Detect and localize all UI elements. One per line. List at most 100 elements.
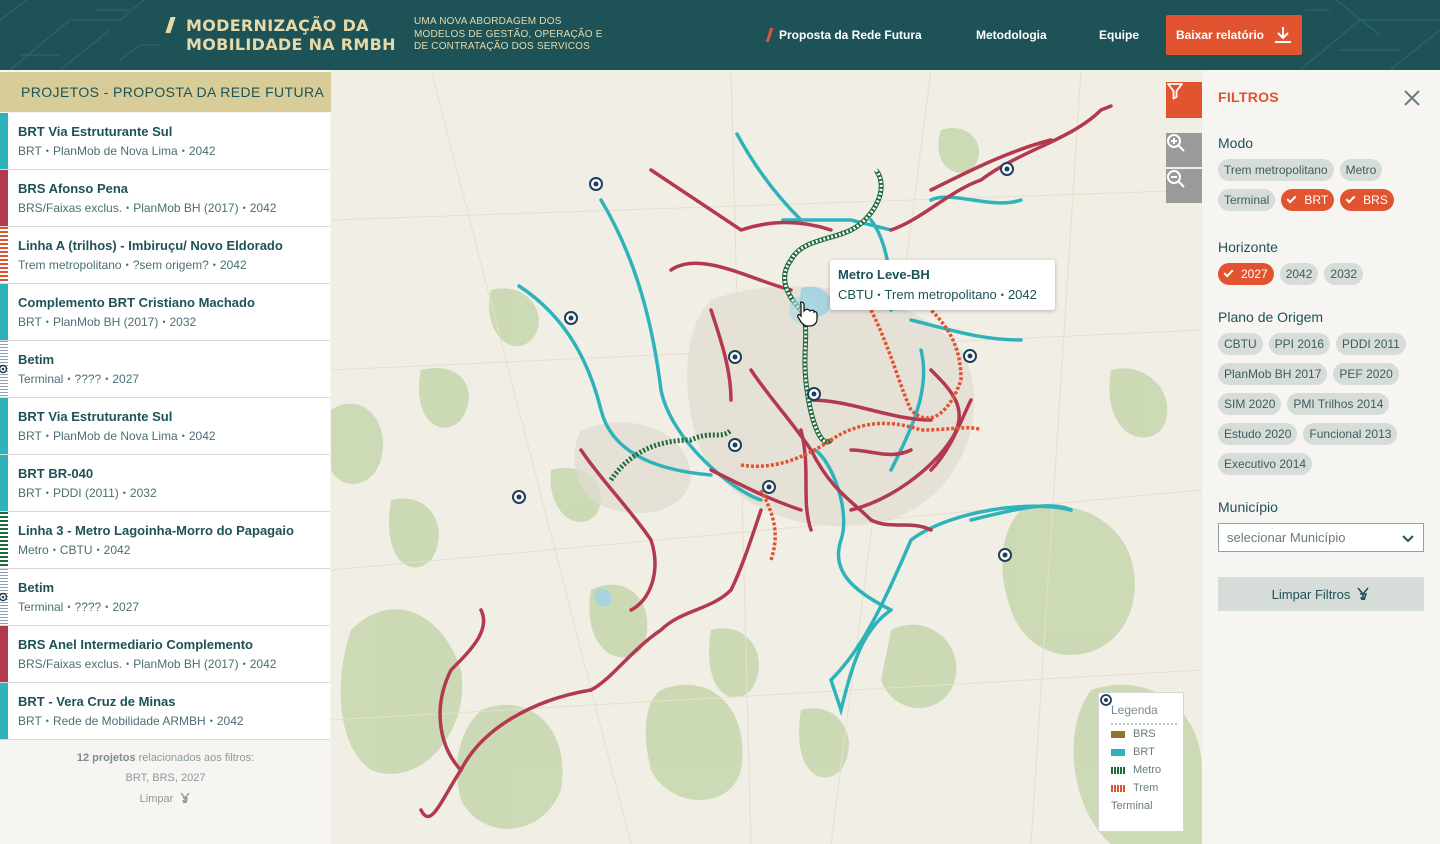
project-mode: BRT: [18, 486, 42, 500]
project-list-item[interactable]: BRT Via Estruturante Sul BRT • PlanMob de N…: [0, 398, 330, 455]
project-origin: PlanMob BH (2017): [52, 315, 159, 329]
chip-label: BRS: [1363, 193, 1388, 207]
legend-swatch-brt: [1111, 748, 1125, 756]
terminal-marker: [963, 349, 977, 363]
municipio-select[interactable]: selecionar Município: [1218, 523, 1424, 552]
project-year: 2027: [112, 372, 140, 386]
legend-item-trem: Trem: [1111, 779, 1183, 797]
chip-label: PPI 2016: [1274, 337, 1325, 351]
project-mode: Terminal: [18, 600, 64, 614]
clear-filters-button[interactable]: Limpar Filtros: [1218, 577, 1424, 611]
project-mode: Metro: [18, 543, 49, 557]
filters-title: FILTROS: [1218, 89, 1279, 105]
project-mode: BRT: [18, 429, 42, 443]
project-list-item[interactable]: Complemento BRT Cristiano Machado BRT • Pla…: [0, 284, 330, 341]
legend-swatch-brs: [1111, 730, 1125, 738]
chip-origem-pef-2020[interactable]: PEF 2020: [1333, 363, 1399, 385]
chip-modo-trem-metropolitano[interactable]: Trem metropolitano: [1218, 159, 1334, 181]
project-list-item[interactable]: Linha 3 - Metro Lagoinha-Morro do Papaga…: [0, 512, 330, 569]
chip-origem-pmi-trilhos-2014[interactable]: PMI Trilhos 2014: [1287, 393, 1390, 415]
project-list-item[interactable]: Betim Terminal •???? • 2027: [0, 341, 330, 398]
zoom-in-button[interactable]: [1166, 133, 1202, 167]
clear-filters-link[interactable]: Limpar: [0, 792, 331, 805]
project-year: 2027: [112, 600, 140, 614]
project-title: BRT Via Estruturante Sul: [18, 124, 173, 139]
project-list[interactable]: BRT Via Estruturante Sul BRT • PlanMob de N…: [0, 113, 330, 740]
horizonte-label: Horizonte: [1218, 239, 1278, 255]
project-list-item[interactable]: BRT Via Estruturante Sul BRT • PlanMob de N…: [0, 113, 330, 170]
close-icon[interactable]: [1402, 88, 1422, 108]
result-count: 12 projetos: [76, 752, 136, 764]
chip-label: 2032: [1330, 267, 1358, 281]
project-year: 2042: [249, 201, 277, 215]
projects-panel: PROJETOS - PROPOSTA DA REDE FUTURA BRT V…: [0, 70, 331, 844]
legend-label-brt: BRT: [1133, 746, 1155, 758]
map-canvas[interactable]: Metro Leve-BH CBTU • Trem metropolitano • 20…: [331, 70, 1202, 844]
project-meta: BRT • PlanMob de Nova Lima • 2042: [18, 144, 216, 158]
project-mode: BRT: [18, 714, 42, 728]
filter-toggle-button[interactable]: [1166, 82, 1202, 118]
chip-label: CBTU: [1224, 337, 1257, 351]
chip-modo-brs[interactable]: BRS: [1340, 189, 1394, 211]
chip-origem-sim-2020[interactable]: SIM 2020: [1218, 393, 1282, 415]
terminal-marker: [762, 480, 776, 494]
terminal-marker: [564, 311, 578, 325]
chip-origem-pddi-2011[interactable]: PDDI 2011: [1336, 333, 1406, 355]
project-list-item[interactable]: BRT BR-040 BRT • PDDI (2011) • 2032: [0, 455, 330, 512]
chip-origem-executivo-2014[interactable]: Executivo 2014: [1218, 453, 1313, 475]
chip-label: PMI Trilhos 2014: [1293, 397, 1384, 411]
tooltip-meta: CBTU • Trem metropolitano • 2042: [838, 287, 1037, 302]
project-list-item[interactable]: BRS Anel Intermediario Complemento BRS/Fa…: [0, 626, 330, 683]
project-mode: BRT: [18, 315, 42, 329]
zoom-in-icon: [1167, 134, 1185, 152]
municipio-select-value: selecionar Município: [1227, 530, 1346, 545]
chip-modo-brt[interactable]: BRT: [1281, 189, 1335, 211]
tooltip-mode: Trem metropolitano: [884, 287, 997, 302]
legend-label-metro: Metro: [1133, 764, 1162, 776]
chip-modo-terminal[interactable]: Terminal: [1218, 189, 1276, 211]
nav-proposta[interactable]: Proposta da Rede Futura: [765, 0, 922, 70]
project-origin: PlanMob BH (2017): [133, 201, 239, 215]
project-list-item[interactable]: BRT - Vera Cruz de Minas BRT • Rede de Mobi…: [0, 683, 330, 740]
project-list-item[interactable]: Linha A (trilhos) - Imbiruçu/ Novo Eldor…: [0, 227, 330, 284]
map-layer: [331, 70, 1202, 844]
chip-horizonte-2032[interactable]: 2032: [1324, 263, 1364, 285]
project-list-item[interactable]: BRS Afonso Pena BRS/Faixas exclus. • PlanMo…: [0, 170, 330, 227]
project-mode-stripe: [0, 284, 8, 340]
project-mode: BRS/Faixas exclus.: [18, 657, 123, 671]
chip-modo-metro[interactable]: Metro: [1339, 159, 1383, 181]
nav-equipe[interactable]: Equipe: [1099, 0, 1139, 70]
legend-item-terminal: Terminal: [1100, 694, 1183, 815]
project-origin: CBTU: [59, 543, 93, 557]
project-mode-stripe: [0, 455, 8, 511]
project-mode-stripe: [0, 512, 8, 568]
chip-label: Terminal: [1224, 193, 1270, 207]
project-list-item[interactable]: Betim Terminal •???? • 2027: [0, 569, 330, 626]
map-legend: Legenda BRS BRT Metro Trem Terminal: [1098, 692, 1184, 832]
project-meta: BRS/Faixas exclus. • PlanMob BH (2017) • 204…: [18, 201, 277, 215]
chip-origem-ppi-2016[interactable]: PPI 2016: [1268, 333, 1331, 355]
download-report-button[interactable]: Baixar relatório: [1166, 15, 1302, 55]
zoom-out-button[interactable]: [1166, 169, 1202, 203]
terminal-marker: [998, 548, 1012, 562]
chip-horizonte-2042[interactable]: 2042: [1279, 263, 1319, 285]
chip-label: Executivo 2014: [1224, 457, 1307, 471]
site-title[interactable]: MODERNIZAÇÃO DA MOBILIDADE NA RMBH: [186, 16, 411, 54]
municipio-label: Município: [1218, 499, 1278, 515]
legend-swatch-trem: [1111, 784, 1125, 792]
terminal-marker: [589, 177, 603, 191]
chip-origem-estudo-2020[interactable]: Estudo 2020: [1218, 423, 1298, 445]
chip-origem-cbtu[interactable]: CBTU: [1218, 333, 1263, 355]
chip-horizonte-2027[interactable]: 2027: [1218, 263, 1274, 285]
project-year: 2032: [169, 315, 197, 329]
project-origin: Rede de Mobilidade ARMBH: [52, 714, 206, 728]
origem-chips: CBTU PPI 2016 PDDI 2011 PlanMob BH 2017 PEF …: [1218, 333, 1428, 475]
chip-origem-funcional-2013[interactable]: Funcional 2013: [1303, 423, 1398, 445]
chip-label: Estudo 2020: [1224, 427, 1292, 441]
chip-origem-planmob-bh-2017[interactable]: PlanMob BH 2017: [1218, 363, 1328, 385]
tooltip-year: 2042: [1007, 287, 1037, 302]
project-year: 2042: [249, 657, 277, 671]
project-meta: BRT • PDDI (2011) • 2032: [18, 486, 157, 500]
legend-item-brs: BRS: [1111, 725, 1183, 743]
nav-metodologia[interactable]: Metodologia: [976, 0, 1047, 70]
